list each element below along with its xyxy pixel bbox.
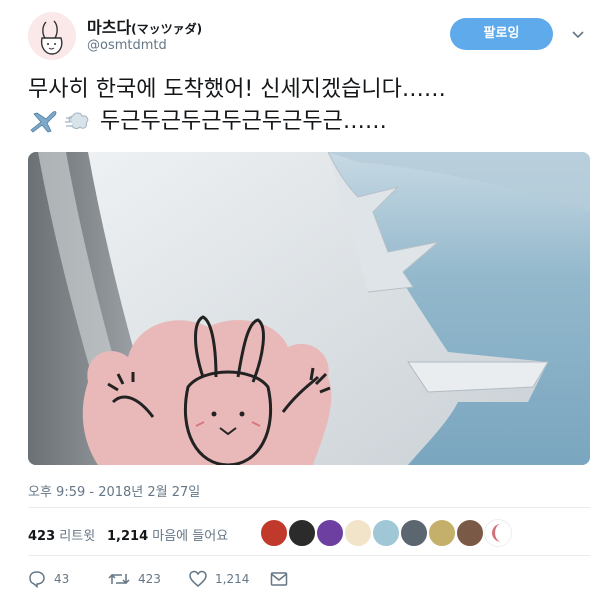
user-handle[interactable]: @osmtdmtd (87, 38, 167, 53)
tweet-header: 마츠다(マッツァダ) @osmtdmtd 팔로잉 (0, 0, 612, 70)
like-count: 1,214 (215, 572, 250, 586)
liker-avatar[interactable] (456, 519, 484, 547)
liker-avatar[interactable] (400, 519, 428, 547)
tweet-actions: 43 423 1,214 (28, 567, 590, 595)
liker-avatar[interactable] (428, 519, 456, 547)
liker-avatar[interactable] (344, 519, 372, 547)
reply-icon (29, 571, 45, 588)
following-button[interactable]: 팔로잉 (450, 18, 553, 50)
heart-icon (189, 570, 207, 587)
tweet-text-line-1: 무사히 한국에 도착했어! 신세지겠습니다…… (28, 77, 446, 102)
like-stat-count: 1,214 (107, 529, 149, 544)
divider (28, 555, 590, 556)
like-stat-label: 마음에 들어요 (152, 529, 229, 544)
liker-avatar[interactable] (288, 519, 316, 547)
display-name[interactable]: 마츠다(マッツァダ) (87, 14, 202, 38)
moon-icon (492, 524, 500, 542)
divider (28, 507, 590, 508)
liker-avatar[interactable] (316, 519, 344, 547)
like-stat[interactable]: 1,214 마음에 들어요 (107, 525, 228, 544)
liker-avatar[interactable] (372, 519, 400, 547)
tweet-photo[interactable] (28, 152, 590, 465)
like-button[interactable]: 1,214 (189, 567, 249, 591)
rabbit-avatar-icon (28, 12, 76, 60)
display-name-text: 마츠다 (87, 18, 132, 37)
tweet-text-heartbeat: 두근두근두근두근두근두근…… (100, 109, 387, 134)
reply-button[interactable]: 43 (28, 567, 69, 591)
airplane-wing-photo (28, 152, 590, 465)
liker-avatar[interactable] (260, 519, 288, 547)
retweet-icon (108, 573, 130, 585)
reply-count: 43 (54, 572, 70, 586)
tweet-timestamp[interactable]: 오후 9:59 - 2018년 2월 27일 (28, 481, 200, 500)
retweet-button[interactable]: 423 (108, 567, 161, 591)
display-name-kana: (マッツァダ) (131, 22, 203, 36)
retweet-stat[interactable]: 423 리트윗 (28, 525, 95, 544)
airplane-icon (30, 111, 57, 133)
tweet-text-line-2: 두근두근두근두근두근두근…… (28, 106, 598, 138)
avatar[interactable] (28, 12, 76, 60)
retweet-count: 423 (138, 572, 161, 586)
dash-icon (65, 112, 89, 129)
tweet-stats: 423 리트윗 1,214 마음에 들어요 (28, 516, 590, 550)
retweet-stat-count: 423 (28, 529, 56, 544)
liker-avatar[interactable] (484, 519, 512, 547)
direct-message-button[interactable] (270, 567, 296, 591)
envelope-icon (270, 572, 288, 586)
retweet-stat-label: 리트윗 (59, 529, 96, 544)
chevron-down-icon[interactable] (570, 26, 586, 42)
tweet-text: 무사히 한국에 도착했어! 신세지겠습니다…… 두근두근두근두근두근두근…… (28, 74, 598, 138)
